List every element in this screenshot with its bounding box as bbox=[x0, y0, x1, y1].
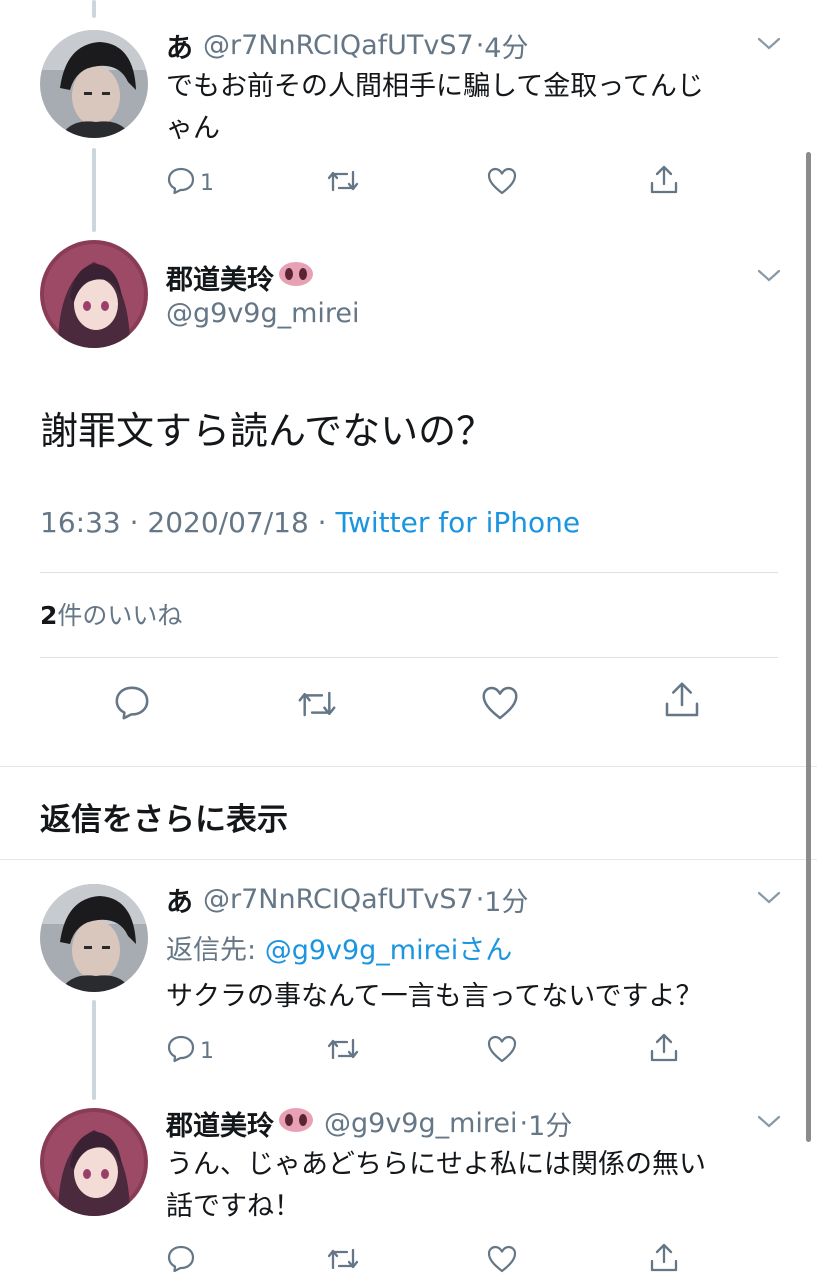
main-tweet-name[interactable]: 郡道美玲 bbox=[166, 258, 314, 297]
scrollbar[interactable] bbox=[806, 152, 811, 1142]
share-button[interactable] bbox=[662, 680, 702, 724]
thread-line-1 bbox=[92, 148, 96, 232]
tweet-text-line: 話ですね！ bbox=[166, 1191, 301, 1222]
reply-to-suffix: さん bbox=[458, 935, 513, 966]
chevron-down-icon[interactable] bbox=[757, 1114, 781, 1133]
reply-icon bbox=[113, 684, 151, 726]
like-button[interactable] bbox=[486, 1034, 518, 1068]
tweet-text-line: でもお前その人間相手に騙して金取ってんじ bbox=[166, 71, 704, 102]
reply-to-label: 返信先: bbox=[166, 935, 265, 966]
reply-to-line: 返信先: @g9v9g_mireiさん bbox=[166, 928, 512, 967]
chevron-down-icon[interactable] bbox=[757, 36, 781, 55]
retweet-icon bbox=[326, 1246, 360, 1276]
thread-line-2 bbox=[92, 1000, 96, 1100]
user-handle[interactable]: @r7NnRCIQafUTvS7 bbox=[203, 30, 474, 61]
main-tweet-text: 謝罪文すら読んでないの？ bbox=[40, 409, 495, 453]
heart-icon bbox=[480, 684, 520, 726]
avatar-user-a[interactable] bbox=[40, 30, 148, 138]
share-icon bbox=[648, 1242, 680, 1278]
tweet-text: うん、じゃあどちらにせよ私には関係の無い 話ですね！ bbox=[166, 1144, 706, 1228]
chevron-down-icon[interactable] bbox=[757, 268, 781, 287]
retweet-button[interactable] bbox=[296, 688, 338, 724]
share-icon bbox=[648, 1032, 680, 1068]
tweet-source-link[interactable]: Twitter for iPhone bbox=[335, 506, 580, 539]
main-tweet-meta: 16:33 · 2020/07/18 · Twitter for iPhone bbox=[40, 506, 580, 539]
reply-button[interactable] bbox=[166, 1244, 196, 1278]
share-button[interactable] bbox=[648, 164, 680, 200]
chevron-down-icon[interactable] bbox=[757, 890, 781, 909]
heart-icon bbox=[486, 1034, 518, 1068]
tweet-time[interactable]: 1分 bbox=[528, 1104, 572, 1143]
tweet-text: でもお前その人間相手に騙して金取ってんじ ゃん bbox=[166, 66, 704, 150]
share-button[interactable] bbox=[648, 1032, 680, 1068]
retweet-button[interactable] bbox=[326, 1036, 360, 1066]
avatar-user-a[interactable] bbox=[40, 884, 148, 992]
main-tweet-handle[interactable]: @g9v9g_mirei bbox=[166, 298, 360, 329]
likes-count-link[interactable]: 2件のいいね bbox=[40, 596, 182, 632]
avatar-mirei[interactable] bbox=[40, 1108, 148, 1216]
tweet-1-header: あ @r7NnRCIQafUTvS7 · 4分 bbox=[166, 26, 528, 65]
separator-dot: · bbox=[519, 1108, 529, 1139]
share-icon bbox=[648, 164, 680, 200]
user-handle[interactable]: @r7NnRCIQafUTvS7 bbox=[203, 884, 474, 915]
like-button[interactable] bbox=[486, 166, 518, 200]
avatar-mirei[interactable] bbox=[40, 240, 148, 348]
divider bbox=[40, 657, 778, 658]
show-more-replies[interactable]: 返信をさらに表示 bbox=[40, 794, 288, 839]
likes-label: 件のいいね bbox=[57, 601, 183, 630]
tweet-timestamp: 16:33 · 2020/07/18 · bbox=[40, 506, 336, 539]
tweet-time[interactable]: 4分 bbox=[484, 26, 528, 65]
tweet-text-line: ゃん bbox=[166, 113, 220, 144]
reply-button[interactable]: 1 bbox=[166, 166, 214, 200]
section-divider bbox=[0, 859, 817, 860]
retweet-icon bbox=[326, 1036, 360, 1066]
display-name[interactable]: あ bbox=[166, 26, 193, 65]
tweet-3-header: 郡道美玲 @g9v9g_mirei · 1分 bbox=[166, 1104, 572, 1143]
separator-dot: · bbox=[475, 884, 485, 915]
retweet-icon bbox=[296, 688, 338, 724]
reply-icon bbox=[166, 1244, 196, 1278]
user-handle[interactable]: @g9v9g_mirei bbox=[324, 1108, 518, 1139]
pig-nose-icon bbox=[278, 1107, 314, 1140]
like-button[interactable] bbox=[480, 684, 520, 726]
share-button[interactable] bbox=[648, 1242, 680, 1278]
like-button[interactable] bbox=[486, 1244, 518, 1278]
reply-button[interactable] bbox=[113, 684, 151, 726]
section-divider bbox=[0, 766, 817, 767]
reply-count: 1 bbox=[200, 1038, 214, 1064]
heart-icon bbox=[486, 1244, 518, 1278]
likes-count: 2 bbox=[40, 601, 58, 630]
retweet-button[interactable] bbox=[326, 1246, 360, 1276]
reply-button[interactable]: 1 bbox=[166, 1034, 214, 1068]
reply-count: 1 bbox=[200, 170, 214, 196]
display-name[interactable]: 郡道美玲 bbox=[166, 258, 274, 297]
reply-icon bbox=[166, 1034, 196, 1068]
display-name[interactable]: あ bbox=[166, 880, 193, 919]
reply-to-handle[interactable]: @g9v9g_mirei bbox=[265, 935, 459, 966]
retweet-icon bbox=[326, 168, 360, 198]
separator-dot: · bbox=[475, 30, 485, 61]
tweet-time[interactable]: 1分 bbox=[484, 880, 528, 919]
tweet-2-header: あ @r7NnRCIQafUTvS7 · 1分 bbox=[166, 880, 528, 919]
thread-line-top bbox=[92, 0, 96, 18]
tweet-text: サクラの事なんて一言も言ってないですよ？ bbox=[166, 981, 703, 1012]
share-icon bbox=[662, 680, 702, 724]
heart-icon bbox=[486, 166, 518, 200]
reply-icon bbox=[166, 166, 196, 200]
divider bbox=[40, 572, 778, 573]
retweet-button[interactable] bbox=[326, 168, 360, 198]
pig-nose-icon bbox=[278, 261, 314, 294]
tweet-text-line: うん、じゃあどちらにせよ私には関係の無い bbox=[166, 1149, 706, 1180]
display-name[interactable]: 郡道美玲 bbox=[166, 1104, 274, 1143]
